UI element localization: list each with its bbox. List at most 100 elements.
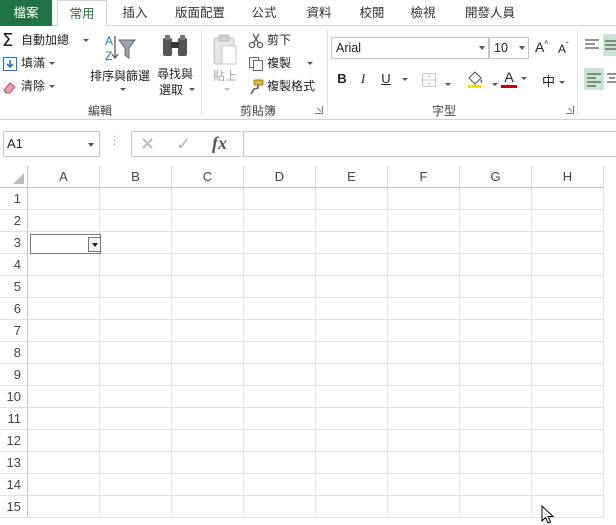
cell-c15[interactable] — [172, 496, 244, 518]
cell-g11[interactable] — [460, 408, 532, 430]
cell-e13[interactable] — [316, 452, 388, 474]
tab-review[interactable]: 校閱 — [350, 0, 394, 26]
row-header[interactable]: 8 — [0, 342, 28, 364]
align-top-icon[interactable] — [584, 38, 600, 52]
name-box[interactable]: A1 — [3, 131, 100, 157]
cell-g4[interactable] — [460, 254, 532, 276]
italic-button[interactable]: I — [356, 68, 370, 90]
row-header[interactable]: 1 — [0, 188, 28, 210]
row-header[interactable]: 14 — [0, 474, 28, 496]
sort-filter-button[interactable]: A Z 排序與篩選 — [88, 30, 152, 94]
cell-c5[interactable] — [172, 276, 244, 298]
cell-e9[interactable] — [316, 364, 388, 386]
autosum-button[interactable]: Σ 自動加總 — [2, 30, 90, 50]
cell-g9[interactable] — [460, 364, 532, 386]
cell-b9[interactable] — [100, 364, 172, 386]
font-name-select[interactable]: Arial — [331, 37, 489, 59]
cell-e4[interactable] — [316, 254, 388, 276]
tab-insert[interactable]: 插入 — [112, 0, 158, 26]
cell-d3[interactable] — [244, 232, 316, 254]
cell-h4[interactable] — [532, 254, 604, 276]
cell-c13[interactable] — [172, 452, 244, 474]
cell-b15[interactable] — [100, 496, 172, 518]
cell-d2[interactable] — [244, 210, 316, 232]
cut-button[interactable]: 剪下 — [248, 30, 291, 50]
row-header[interactable]: 12 — [0, 430, 28, 452]
cell-h13[interactable] — [532, 452, 604, 474]
cell-d11[interactable] — [244, 408, 316, 430]
cell-a15[interactable] — [28, 496, 100, 518]
row-header[interactable]: 5 — [0, 276, 28, 298]
cell-c9[interactable] — [172, 364, 244, 386]
cell-g13[interactable] — [460, 452, 532, 474]
tab-page-layout[interactable]: 版面配置 — [165, 0, 235, 26]
select-all-button[interactable] — [0, 166, 28, 188]
selected-cell-a3[interactable] — [30, 234, 101, 254]
align-middle-icon[interactable] — [603, 34, 616, 56]
cell-e1[interactable] — [316, 188, 388, 210]
cell-h1[interactable] — [532, 188, 604, 210]
cell-h7[interactable] — [532, 320, 604, 342]
cell-d1[interactable] — [244, 188, 316, 210]
row-header[interactable]: 7 — [0, 320, 28, 342]
cell-f4[interactable] — [388, 254, 460, 276]
cell-g8[interactable] — [460, 342, 532, 364]
cell-f13[interactable] — [388, 452, 460, 474]
cell-h3[interactable] — [532, 232, 604, 254]
tab-home[interactable]: 常用 — [57, 0, 107, 27]
cell-g1[interactable] — [460, 188, 532, 210]
decrease-font-size-icon[interactable]: Aˇ — [558, 41, 569, 56]
tab-view[interactable]: 檢視 — [400, 0, 446, 26]
cell-e5[interactable] — [316, 276, 388, 298]
cell-f15[interactable] — [388, 496, 460, 518]
cell-a6[interactable] — [28, 298, 100, 320]
cell-e11[interactable] — [316, 408, 388, 430]
row-header[interactable]: 4 — [0, 254, 28, 276]
cell-e7[interactable] — [316, 320, 388, 342]
cell-a13[interactable] — [28, 452, 100, 474]
align-center-icon[interactable] — [606, 72, 616, 86]
cell-f7[interactable] — [388, 320, 460, 342]
cell-c12[interactable] — [172, 430, 244, 452]
phonetic-guide-button[interactable]: 中 — [542, 71, 566, 90]
cell-dropdown-button[interactable] — [88, 237, 101, 252]
column-header[interactable]: C — [172, 166, 244, 188]
cell-a10[interactable] — [28, 386, 100, 408]
cell-c14[interactable] — [172, 474, 244, 496]
font-launcher-icon[interactable] — [566, 106, 574, 114]
font-size-select[interactable]: 10 — [489, 37, 529, 59]
cell-f8[interactable] — [388, 342, 460, 364]
copy-button[interactable]: 複製 — [248, 53, 314, 73]
cell-c11[interactable] — [172, 408, 244, 430]
align-left-icon[interactable] — [584, 68, 604, 90]
cell-g5[interactable] — [460, 276, 532, 298]
row-header[interactable]: 10 — [0, 386, 28, 408]
cell-d10[interactable] — [244, 386, 316, 408]
cell-b8[interactable] — [100, 342, 172, 364]
cell-c6[interactable] — [172, 298, 244, 320]
cell-e2[interactable] — [316, 210, 388, 232]
cell-e6[interactable] — [316, 298, 388, 320]
row-header[interactable]: 11 — [0, 408, 28, 430]
cell-b13[interactable] — [100, 452, 172, 474]
cell-a1[interactable] — [28, 188, 100, 210]
cell-f12[interactable] — [388, 430, 460, 452]
cell-h10[interactable] — [532, 386, 604, 408]
cell-e14[interactable] — [316, 474, 388, 496]
cell-f11[interactable] — [388, 408, 460, 430]
cell-a14[interactable] — [28, 474, 100, 496]
cell-c10[interactable] — [172, 386, 244, 408]
cell-a9[interactable] — [28, 364, 100, 386]
cell-c4[interactable] — [172, 254, 244, 276]
bold-button[interactable]: B — [334, 68, 350, 90]
row-header[interactable]: 15 — [0, 496, 28, 518]
worksheet-grid[interactable]: ABCDEFGH 1 2 3 4 5 6 7 8 9 10 11 12 13 14 15 — [0, 166, 616, 523]
cell-g10[interactable] — [460, 386, 532, 408]
column-header[interactable]: G — [460, 166, 532, 188]
enter-icon[interactable]: ✓ — [176, 134, 191, 155]
column-header[interactable]: D — [244, 166, 316, 188]
cell-e15[interactable] — [316, 496, 388, 518]
fill-button[interactable]: 填滿 — [2, 53, 56, 73]
tab-developer[interactable]: 開發人員 — [455, 0, 525, 26]
cell-b4[interactable] — [100, 254, 172, 276]
